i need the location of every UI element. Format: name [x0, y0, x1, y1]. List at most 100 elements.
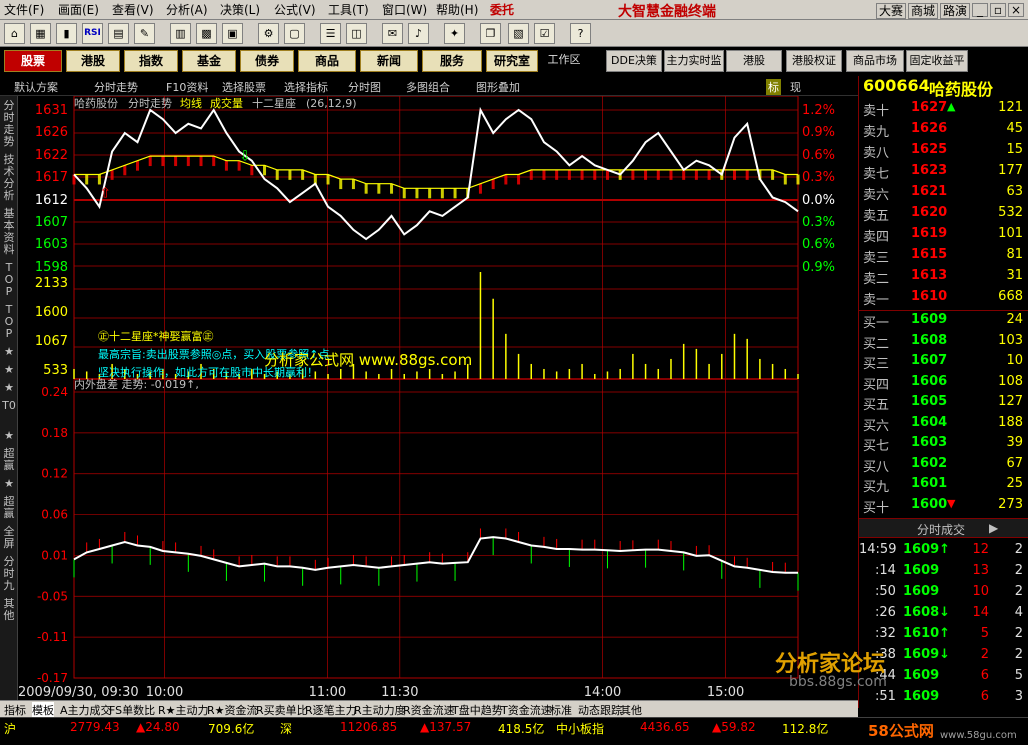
- sidebar-tab-2[interactable]: 基本资料: [2, 208, 16, 256]
- sell-row[interactable]: 卖七 1623 177: [859, 163, 1028, 184]
- table-icon[interactable]: ▥: [170, 23, 191, 44]
- bottom-tab-8[interactable]: R主动力度: [354, 702, 406, 718]
- kline-icon[interactable]: ▮: [56, 23, 77, 44]
- menu-screen[interactable]: 画面(E): [58, 3, 99, 17]
- notes-icon[interactable]: ✉: [382, 23, 403, 44]
- sell-row[interactable]: 卖三 1615 81: [859, 247, 1028, 268]
- rsi-icon[interactable]: RSI: [82, 23, 103, 44]
- menu-tools[interactable]: 工具(T): [328, 3, 369, 17]
- roadshow-button[interactable]: 路演: [940, 3, 971, 19]
- sidebar-tab-12[interactable]: 超赢: [2, 496, 16, 520]
- help-icon[interactable]: ?: [570, 23, 591, 44]
- sidebar-tab-0[interactable]: 分时走势: [2, 100, 16, 148]
- menu-analysis[interactable]: 分析(A): [166, 3, 208, 17]
- mall-button[interactable]: 商城: [908, 3, 939, 19]
- settings-icon[interactable]: ⚙: [258, 23, 279, 44]
- trades-header[interactable]: 分时成交: [917, 521, 965, 538]
- sidebar-tab-8[interactable]: T0: [2, 400, 16, 412]
- sell-row[interactable]: 卖九 1626 45: [859, 121, 1028, 142]
- weituo-button[interactable]: 委托: [490, 3, 514, 17]
- sidebar-tab-5[interactable]: ★: [2, 346, 16, 358]
- bottom-tab-13[interactable]: 动态跟踪: [578, 702, 622, 718]
- buy-row[interactable]: 买十 1600 ▼ 273: [859, 497, 1028, 518]
- buy-row[interactable]: 买九 1601 25: [859, 476, 1028, 497]
- bottom-tab-1[interactable]: 模板: [32, 702, 54, 718]
- buy-row[interactable]: 买四 1606 108: [859, 374, 1028, 395]
- chart-icon[interactable]: ▤: [108, 23, 129, 44]
- nav-index[interactable]: 指数: [124, 50, 178, 72]
- sub-f10[interactable]: F10资料: [166, 79, 208, 95]
- sub-intraday[interactable]: 分时走势: [94, 79, 138, 95]
- sub-intraday-chart[interactable]: 分时图: [348, 79, 381, 95]
- menu-help[interactable]: 帮助(H): [436, 3, 478, 17]
- bottom-tab-7[interactable]: R逐笔主力: [305, 702, 357, 718]
- nav-fund[interactable]: 基金: [182, 50, 236, 72]
- menu-window[interactable]: 窗口(W): [382, 3, 427, 17]
- menu-formula[interactable]: 公式(V): [274, 3, 316, 17]
- bottom-tab-3[interactable]: FS单数比: [109, 702, 155, 718]
- nav-main-monitor[interactable]: 主力实时监: [664, 50, 724, 72]
- sidebar-tab-3[interactable]: TOP: [2, 262, 16, 298]
- sell-row[interactable]: 卖一 1610 668: [859, 289, 1028, 310]
- window-icon[interactable]: ◫: [346, 23, 367, 44]
- nav-stock[interactable]: 股票: [4, 50, 62, 72]
- calc-icon[interactable]: ▧: [508, 23, 529, 44]
- list-icon[interactable]: ☰: [320, 23, 341, 44]
- menu-decision[interactable]: 决策(L): [220, 3, 260, 17]
- bottom-tab-10[interactable]: T盘中趋势: [452, 702, 503, 718]
- check-icon[interactable]: ☑: [534, 23, 555, 44]
- sound-icon[interactable]: ♪: [408, 23, 429, 44]
- bottom-tab-11[interactable]: T资金流速: [501, 702, 552, 718]
- panel-icon[interactable]: ▢: [284, 23, 305, 44]
- chart-area[interactable]: 哈药股份 分时走势 均线 成交量 十二星座 (26,12,9) 1631 1626 1622 16…: [18, 96, 858, 708]
- restore-icon[interactable]: ▫: [990, 3, 1006, 17]
- nav-dde[interactable]: DDE决策: [606, 50, 662, 72]
- news-icon[interactable]: ✦: [444, 23, 465, 44]
- nav-fixed-income[interactable]: 固定收益平: [906, 50, 968, 72]
- bottom-tab-4[interactable]: R★主动力: [158, 702, 209, 718]
- sidebar-tab-15[interactable]: 其他: [2, 598, 16, 622]
- sub-default[interactable]: 默认方案: [14, 79, 58, 95]
- buy-row[interactable]: 买七 1603 39: [859, 435, 1028, 456]
- sell-row[interactable]: 卖五 1620 532: [859, 205, 1028, 226]
- buy-row[interactable]: 买三 1607 10: [859, 353, 1028, 374]
- bottom-tab-9[interactable]: R资金流速: [403, 702, 455, 718]
- sidebar-tab-14[interactable]: 分时九: [2, 556, 16, 592]
- bars-icon[interactable]: ▩: [196, 23, 217, 44]
- nav-news[interactable]: 新闻: [360, 50, 418, 72]
- sidebar-tab-6[interactable]: ★: [2, 364, 16, 376]
- buy-row[interactable]: 买一 1609 24: [859, 312, 1028, 333]
- sell-row[interactable]: 卖八 1625 15: [859, 142, 1028, 163]
- nav-service[interactable]: 服务: [422, 50, 482, 72]
- home-icon[interactable]: ⌂: [4, 23, 25, 44]
- sell-row[interactable]: 卖四 1619 101: [859, 226, 1028, 247]
- sidebar-tab-9[interactable]: ★: [2, 430, 16, 442]
- sub-overlay[interactable]: 图形叠加: [476, 79, 520, 95]
- buy-row[interactable]: 买五 1605 127: [859, 394, 1028, 415]
- menu-file[interactable]: 文件(F): [4, 3, 44, 17]
- bottom-tab-0[interactable]: 指标: [4, 702, 26, 718]
- nav-commodity-market[interactable]: 商品市场: [846, 50, 904, 72]
- nav-workspace[interactable]: 工作区: [540, 50, 588, 72]
- sidebar-tab-4[interactable]: TOP: [2, 304, 16, 340]
- sell-row[interactable]: 卖十 1627 ▲ 121: [859, 100, 1028, 121]
- nav-research[interactable]: 研究室: [486, 50, 538, 72]
- trades-next-icon[interactable]: ▶: [989, 521, 998, 535]
- nav-hk-warrant[interactable]: 港股权证: [786, 50, 842, 72]
- sub-multi[interactable]: 多图组合: [406, 79, 450, 95]
- buy-row[interactable]: 买二 1608 103: [859, 333, 1028, 354]
- nav-bond[interactable]: 债券: [240, 50, 294, 72]
- contest-button[interactable]: 大赛: [876, 3, 907, 19]
- pen-icon[interactable]: ✎: [134, 23, 155, 44]
- nav-hk[interactable]: 港股: [66, 50, 120, 72]
- grid-icon[interactable]: ▦: [30, 23, 51, 44]
- bottom-tab-14[interactable]: 其他: [620, 702, 642, 718]
- print-icon[interactable]: ▣: [222, 23, 243, 44]
- close-icon[interactable]: ×: [1008, 3, 1024, 17]
- sidebar-tab-10[interactable]: 超赢: [2, 448, 16, 472]
- sidebar-tab-7[interactable]: ★: [2, 382, 16, 394]
- sub-select-stock[interactable]: 选择股票: [222, 79, 266, 95]
- sub-select-indicator[interactable]: 选择指标: [284, 79, 328, 95]
- nav-hk2[interactable]: 港股: [726, 50, 782, 72]
- sidebar-tab-1[interactable]: 技术分析: [2, 154, 16, 202]
